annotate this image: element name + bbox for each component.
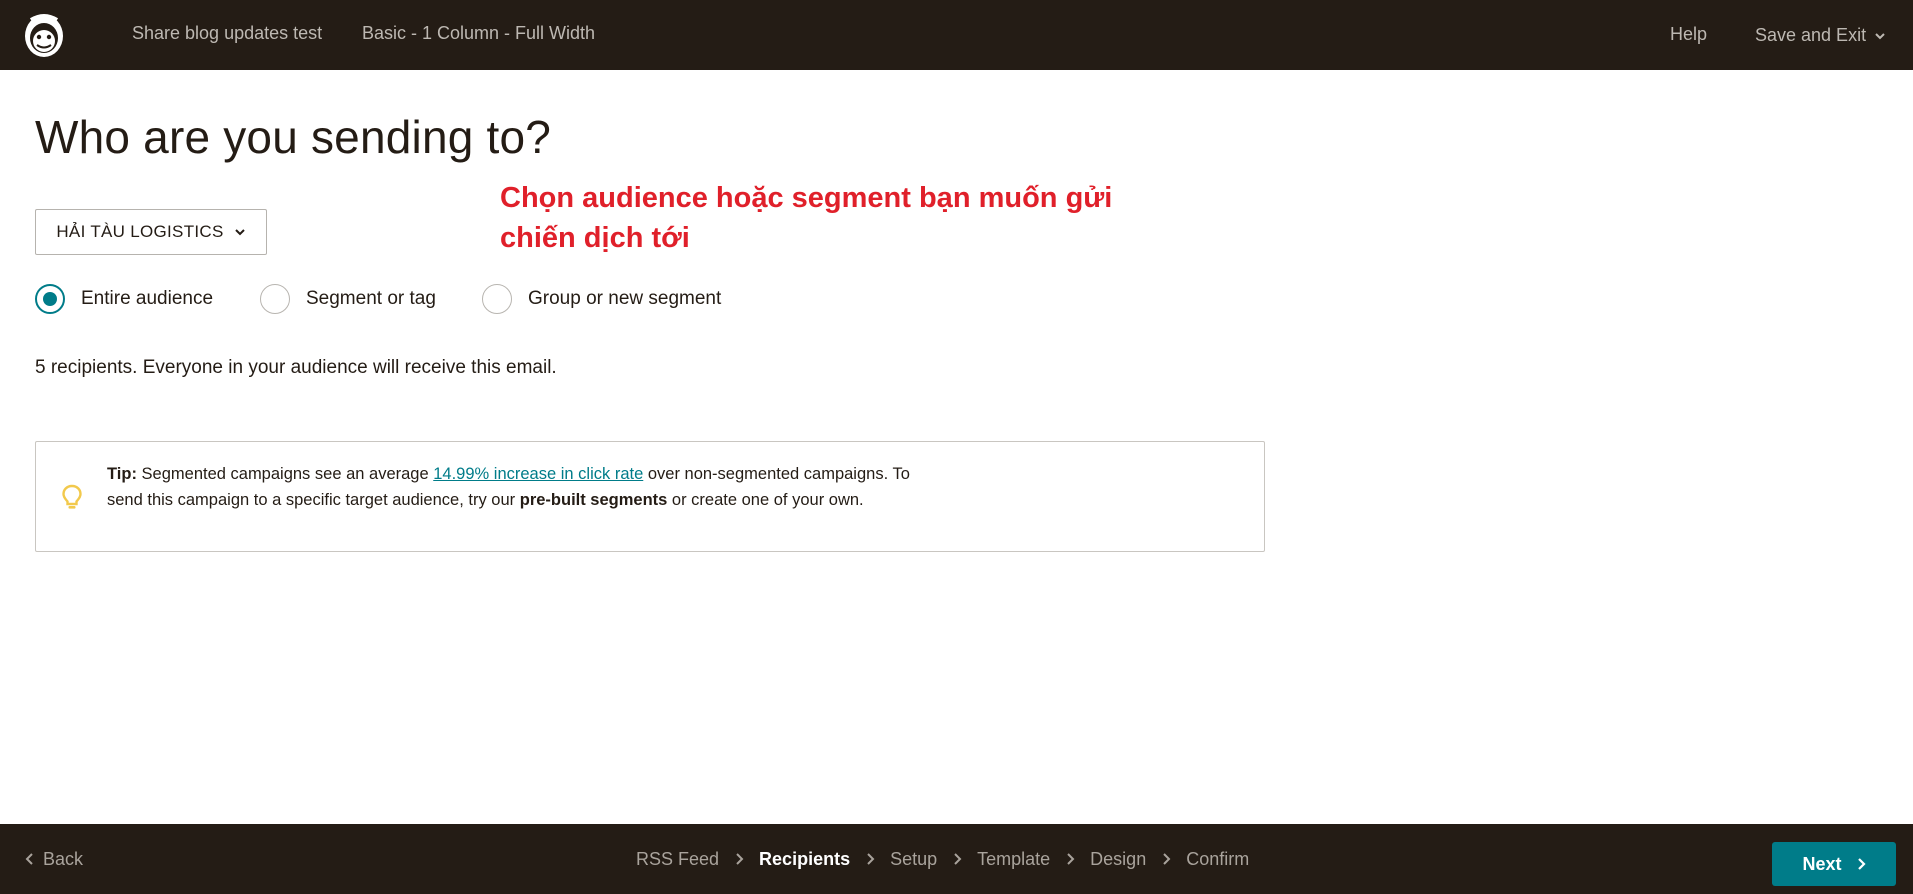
help-link[interactable]: Help	[1670, 0, 1707, 70]
save-and-exit-menu[interactable]: Save and Exit	[1755, 0, 1886, 70]
tip-label: Tip:	[107, 465, 137, 483]
recipients-count: 5	[35, 357, 46, 378]
chevron-left-icon	[25, 853, 33, 865]
back-button[interactable]: Back	[25, 824, 83, 894]
step-setup[interactable]: Setup	[890, 849, 937, 870]
chevron-right-icon	[1065, 852, 1075, 866]
pre-built-segments-text: pre-built segments	[519, 491, 668, 509]
tip-text-part-1: Segmented campaigns see an average	[136, 465, 434, 483]
chevron-right-icon	[865, 852, 875, 866]
tip-text: Tip: Segmented campaigns see an average …	[107, 461, 927, 513]
radio-segment-or-tag[interactable]: Segment or tag	[260, 282, 436, 316]
bottom-navigation-bar: Back RSS Feed Recipients Setup Template …	[0, 824, 1913, 894]
step-template[interactable]: Template	[977, 849, 1050, 870]
chevron-right-icon	[952, 852, 962, 866]
radio-circle[interactable]	[35, 284, 65, 314]
audience-dropdown[interactable]: HẢI TÀU LOGISTICS	[35, 209, 267, 255]
save-and-exit-label: Save and Exit	[1755, 25, 1867, 45]
breadcrumb-template-name[interactable]: Basic - 1 Column - Full Width	[362, 0, 595, 70]
radio-label: Group or new segment	[528, 288, 722, 309]
chevron-down-icon	[1875, 33, 1885, 40]
radio-entire-audience[interactable]: Entire audience	[35, 282, 213, 316]
radio-group-or-new-segment[interactable]: Group or new segment	[482, 282, 721, 316]
lightbulb-icon	[62, 484, 82, 509]
radio-circle[interactable]	[260, 284, 290, 314]
annotation-text: Chọn audience hoặc segment bạn muốn gửi …	[500, 182, 1113, 254]
radio-circle[interactable]	[482, 284, 512, 314]
radio-label: Segment or tag	[306, 288, 436, 309]
chevron-right-icon	[734, 852, 744, 866]
recipients-text: recipients. Everyone in your audience wi…	[45, 357, 557, 378]
breadcrumb-campaign-name[interactable]: Share blog updates test	[132, 0, 322, 70]
next-label: Next	[1802, 853, 1842, 874]
mailchimp-logo-icon[interactable]	[20, 9, 68, 61]
step-recipients[interactable]: Recipients	[759, 849, 850, 870]
chevron-down-icon	[234, 229, 245, 236]
back-label: Back	[43, 848, 84, 869]
tip-text-part-3: or create one of your own.	[667, 491, 864, 509]
radio-dot	[43, 292, 57, 306]
step-confirm[interactable]: Confirm	[1186, 849, 1249, 870]
chevron-right-icon	[1857, 858, 1866, 870]
click-rate-link[interactable]: 14.99% increase in click rate	[433, 465, 643, 483]
tip-box: Tip: Segmented campaigns see an average …	[35, 441, 1265, 552]
page-title: Who are you sending to?	[35, 111, 552, 163]
radio-label: Entire audience	[81, 288, 214, 309]
audience-dropdown-value: HẢI TÀU LOGISTICS	[56, 222, 224, 241]
step-rss-feed[interactable]: RSS Feed	[636, 849, 719, 870]
next-button[interactable]: Next	[1772, 842, 1896, 886]
recipients-summary: 5 recipients. Everyone in your audience …	[35, 357, 557, 379]
campaign-steps: RSS Feed Recipients Setup Template Desig…	[636, 824, 1249, 894]
top-bar: Share blog updates test Basic - 1 Column…	[0, 0, 1913, 70]
step-design[interactable]: Design	[1090, 849, 1146, 870]
chevron-right-icon	[1161, 852, 1171, 866]
